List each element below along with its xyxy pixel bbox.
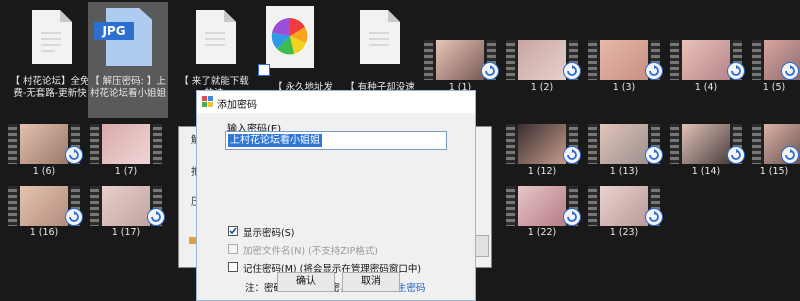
pinwheel-icon — [271, 17, 309, 55]
video-label: 1 (4) — [694, 82, 718, 93]
archive-icon — [202, 96, 213, 107]
refresh-icon — [147, 208, 165, 226]
dialog-title: 添加密码 — [217, 100, 257, 111]
password-input[interactable]: 上村花论坛看小姐姐 — [225, 131, 447, 150]
video-label: 1 (3) — [612, 82, 636, 93]
refresh-icon — [645, 208, 663, 226]
add-password-dialog[interactable]: 添加密码 输入密码(E) 上村花论坛看小姐姐 显示密码(S) 加密文件名(N) … — [196, 90, 476, 301]
video-label: 1 (2) — [530, 82, 554, 93]
password-value: 上村花论坛看小姐姐 — [228, 134, 322, 147]
refresh-icon — [727, 146, 745, 164]
refresh-icon — [781, 146, 799, 164]
encrypt-filenames-note: (不支持ZIP格式) — [308, 246, 379, 257]
video-label: 1 (15) — [759, 166, 789, 177]
refresh-icon — [645, 62, 663, 80]
file-label: 【 解压密码: 】上村花论坛看小姐姐 — [90, 76, 167, 99]
video-label: 1 (12) — [527, 166, 557, 177]
refresh-icon — [645, 146, 663, 164]
show-password-label: 显示密码(S) — [243, 228, 295, 239]
checkmark-icon — [229, 227, 237, 235]
refresh-icon — [727, 62, 745, 80]
video-label: 1 (7) — [114, 166, 138, 177]
video-label: 1 (23) — [609, 227, 639, 238]
dialog-titlebar[interactable]: 添加密码 — [197, 91, 475, 113]
refresh-icon — [563, 146, 581, 164]
remember-password-checkbox[interactable] — [228, 262, 238, 272]
video-label: 1 (14) — [691, 166, 721, 177]
video-label: 1 (6) — [32, 166, 56, 177]
file-label: 【 村花论坛】全免费-无套路-更新快 — [10, 76, 90, 99]
document-icon — [266, 6, 314, 68]
shortcut-arrow-icon — [258, 64, 270, 76]
video-label: 1 (16) — [29, 227, 59, 238]
refresh-icon — [563, 62, 581, 80]
video-label: 1 (17) — [111, 227, 141, 238]
show-password-checkbox[interactable] — [228, 226, 238, 236]
jpg-badge: JPG — [94, 22, 134, 40]
cancel-button[interactable]: 取消 — [342, 272, 400, 292]
refresh-icon — [65, 146, 83, 164]
ok-button[interactable]: 确认 — [277, 272, 335, 292]
document-icon — [196, 10, 236, 64]
video-label: 1 (5) — [762, 82, 786, 93]
video-label: 1 (22) — [527, 227, 557, 238]
video-thumbnail[interactable] — [90, 124, 162, 164]
encrypt-filenames-text: 加密文件名(N) — [243, 246, 306, 257]
encrypt-filenames-checkbox[interactable] — [228, 244, 238, 254]
refresh-icon — [65, 208, 83, 226]
refresh-icon — [781, 62, 799, 80]
file-icon-2-jpg[interactable]: JPG 【 解压密码: 】上村花论坛看小姐姐 — [88, 6, 168, 118]
encrypt-filenames-label: 加密文件名(N) (不支持ZIP格式) — [243, 243, 378, 257]
file-icon-1[interactable]: 【 村花论坛】全免费-无套路-更新快 — [10, 6, 90, 118]
document-icon — [360, 10, 400, 64]
refresh-icon — [481, 62, 499, 80]
document-icon — [32, 10, 72, 64]
refresh-icon — [563, 208, 581, 226]
video-label: 1 (13) — [609, 166, 639, 177]
